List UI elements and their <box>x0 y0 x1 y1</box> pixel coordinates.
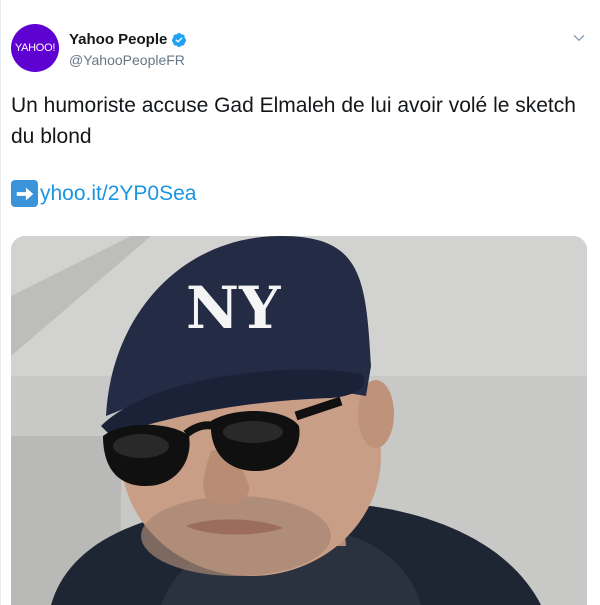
photo-illustration: NY <box>11 236 587 605</box>
tweet-link[interactable]: yhoo.it/2YP0Sea <box>40 182 196 206</box>
verified-badge-icon <box>172 32 187 47</box>
display-name[interactable]: Yahoo People <box>69 31 167 48</box>
author-name-row[interactable]: Yahoo People <box>69 31 187 48</box>
right-arrow-emoji-icon <box>11 180 38 207</box>
avatar-logo-text: YAHOO! <box>14 42 56 54</box>
tweet-card[interactable]: YAHOO! Yahoo People @YahooPeopleFR Un hu… <box>0 0 600 605</box>
cap-logo-text: NY <box>186 274 281 342</box>
tweet-text: Un humoriste accuse Gad Elmaleh de lui a… <box>11 94 576 148</box>
chevron-down-icon[interactable] <box>572 31 586 45</box>
tweet-media-image[interactable]: NY <box>11 236 587 605</box>
author-handle[interactable]: @YahooPeopleFR <box>69 52 185 68</box>
tweet-link-row[interactable]: yhoo.it/2YP0Sea <box>11 180 196 207</box>
avatar[interactable]: YAHOO! <box>11 24 59 72</box>
